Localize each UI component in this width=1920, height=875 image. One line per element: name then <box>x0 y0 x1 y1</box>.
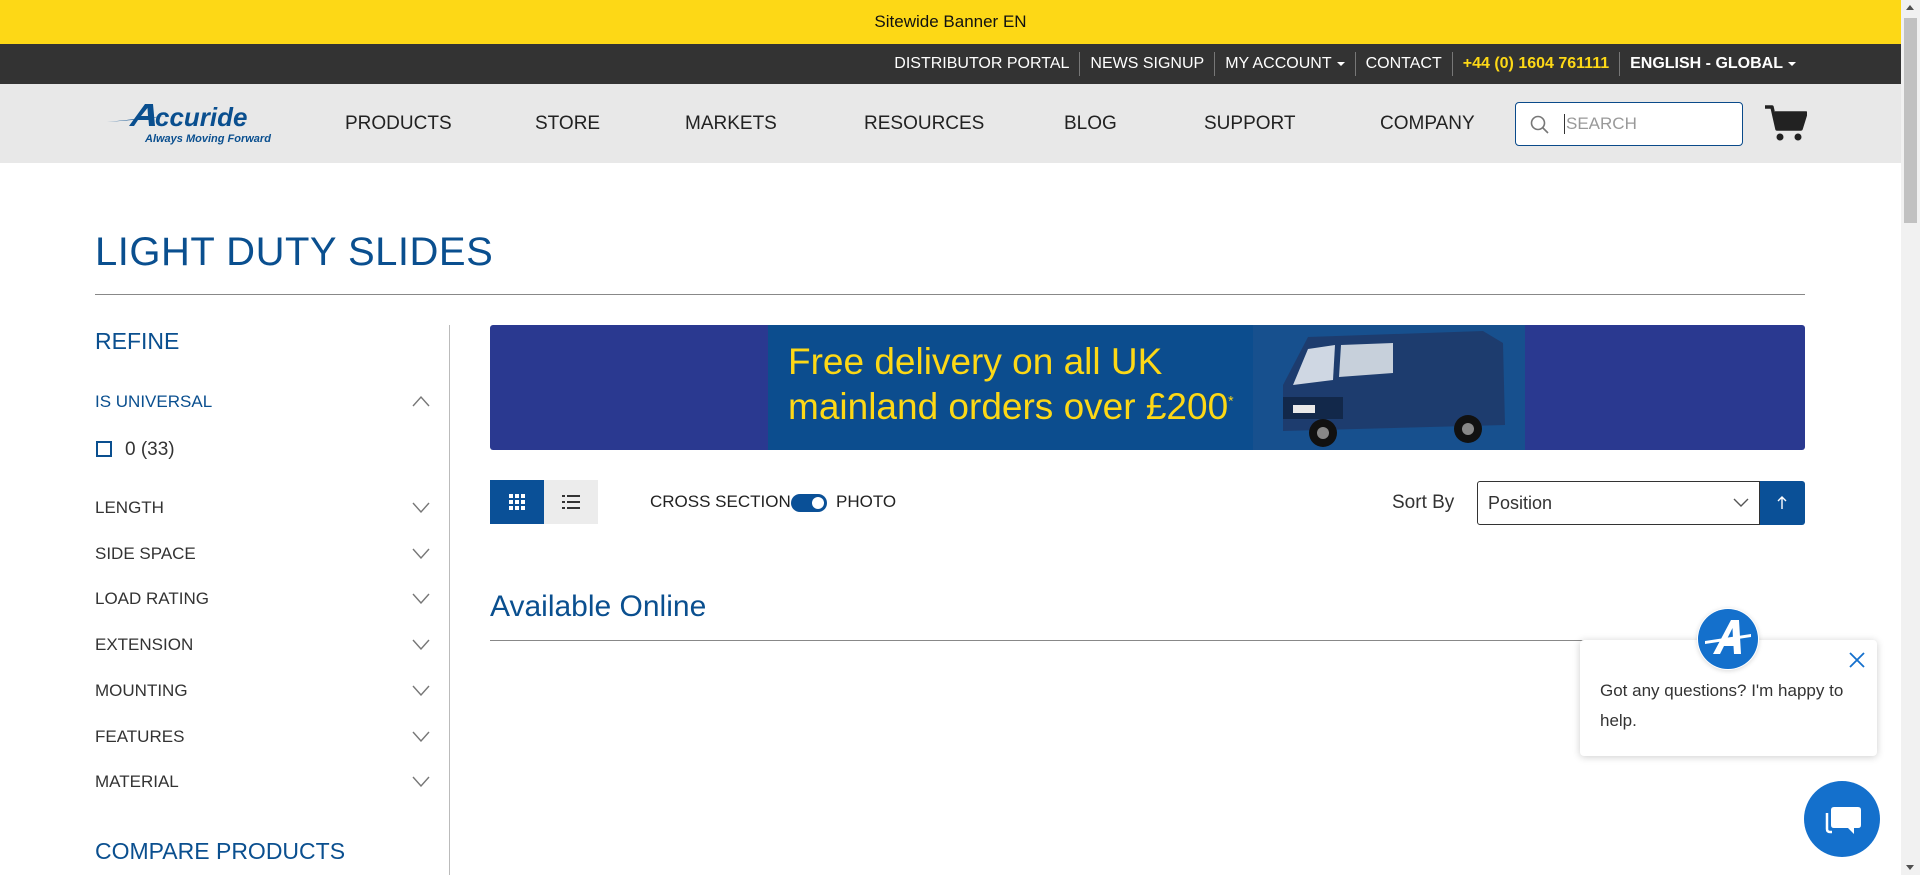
promo-asterisk: * <box>1228 392 1234 409</box>
sort-direction-button[interactable] <box>1760 481 1805 525</box>
sort-select-value: Position <box>1488 493 1553 513</box>
caret-down-icon <box>1336 61 1345 66</box>
facet-extension[interactable]: EXTENSION <box>95 635 430 655</box>
language-selector[interactable]: ENGLISH - GLOBAL <box>1619 52 1806 76</box>
chevron-down-icon <box>412 502 430 513</box>
chat-agent-avatar <box>1697 608 1759 670</box>
accuride-logo[interactable]: ccuride Always Moving Forward <box>105 100 295 150</box>
facet-label: IS UNIVERSAL <box>95 392 213 411</box>
page-title: LIGHT DUTY SLIDES <box>95 230 494 274</box>
facet-label: EXTENSION <box>95 635 194 654</box>
delivery-van-image <box>1253 325 1525 450</box>
nav-markets[interactable]: MARKETS <box>685 84 777 163</box>
svg-text:ccuride: ccuride <box>155 102 248 132</box>
nav-blog[interactable]: BLOG <box>1064 84 1117 163</box>
promo-line-1: Free delivery on all UK <box>788 341 1163 382</box>
search-placeholder: SEARCH <box>1566 114 1637 133</box>
nav-store[interactable]: STORE <box>535 84 600 163</box>
distributor-portal-link[interactable]: DISTRIBUTOR PORTAL <box>884 52 1079 76</box>
toggle-knob <box>812 497 824 509</box>
chevron-down-icon <box>412 639 430 650</box>
available-online-heading: Available Online <box>490 590 707 623</box>
facet-label: LENGTH <box>95 498 164 517</box>
facet-label: FEATURES <box>95 727 185 746</box>
contact-link[interactable]: CONTACT <box>1354 52 1452 76</box>
list-view-button[interactable] <box>544 480 598 524</box>
phone-link[interactable]: +44 (0) 1604 761111 <box>1451 52 1619 76</box>
grid-view-button[interactable] <box>490 480 544 524</box>
title-divider <box>95 294 1805 295</box>
grid-icon <box>509 494 525 510</box>
language-label: ENGLISH - GLOBAL <box>1630 55 1783 72</box>
sidebar-divider <box>449 325 450 875</box>
facet-mounting[interactable]: MOUNTING <box>95 681 430 701</box>
my-account-dropdown[interactable]: MY ACCOUNT <box>1214 52 1354 76</box>
news-signup-link[interactable]: NEWS SIGNUP <box>1079 52 1214 76</box>
facet-load-rating[interactable]: LOAD RATING <box>95 589 430 609</box>
main-navbar: ccuride Always Moving Forward PRODUCTS S… <box>0 84 1901 163</box>
cart-button[interactable] <box>1765 104 1808 147</box>
chevron-down-icon <box>412 548 430 559</box>
is-universal-option-label: 0 (33) <box>125 439 175 460</box>
chevron-up-icon <box>412 395 430 407</box>
caret-down-icon <box>1788 61 1796 66</box>
chat-bubble-icon <box>1825 807 1861 834</box>
facet-material[interactable]: MATERIAL <box>95 772 430 792</box>
facet-length[interactable]: LENGTH <box>95 498 430 518</box>
sitewide-banner-text: Sitewide Banner EN <box>874 12 1027 31</box>
facet-label: MATERIAL <box>95 772 179 791</box>
is-universal-checkbox[interactable] <box>96 441 112 457</box>
sort-by-label: Sort By <box>1392 492 1455 513</box>
chevron-down-icon <box>412 685 430 696</box>
chevron-down-icon <box>412 593 430 604</box>
chat-message: Got any questions? I'm happy to help. <box>1600 681 1844 730</box>
chevron-down-icon <box>412 776 430 787</box>
list-icon <box>562 495 580 509</box>
image-mode-toggle[interactable] <box>791 494 827 512</box>
close-icon[interactable] <box>1847 650 1867 670</box>
shopping-cart-icon <box>1765 105 1808 141</box>
facet-label: SIDE SPACE <box>95 544 196 563</box>
page-scrollbar[interactable] <box>1901 0 1920 875</box>
facet-is-universal[interactable]: IS UNIVERSAL <box>95 392 430 412</box>
promo-inner-panel: Free delivery on all UK mainland orders … <box>768 325 1525 450</box>
nav-products[interactable]: PRODUCTS <box>345 84 452 163</box>
chat-launcher-button[interactable] <box>1804 781 1880 857</box>
chevron-down-icon <box>1733 498 1749 507</box>
search-icon <box>1530 115 1549 134</box>
sitewide-banner: Sitewide Banner EN <box>0 0 1901 44</box>
arrow-up-icon <box>1777 496 1787 509</box>
scroll-down-arrow-icon[interactable] <box>1906 865 1914 870</box>
my-account-label: MY ACCOUNT <box>1225 55 1332 72</box>
text-cursor <box>1564 114 1565 134</box>
sort-select[interactable]: Position <box>1477 481 1760 525</box>
scrollbar-thumb[interactable] <box>1904 18 1917 223</box>
facet-label: MOUNTING <box>95 681 188 700</box>
photo-label: PHOTO <box>836 492 897 511</box>
nav-company[interactable]: COMPANY <box>1380 84 1475 163</box>
refine-heading: REFINE <box>95 328 180 354</box>
cross-section-label: CROSS SECTION <box>650 492 791 511</box>
nav-resources[interactable]: RESOURCES <box>864 84 984 163</box>
chevron-down-icon <box>412 731 430 742</box>
promo-line-2-text: mainland orders over £200 <box>788 386 1229 427</box>
nav-support[interactable]: SUPPORT <box>1204 84 1296 163</box>
accuride-logo-mark: ccuride Always Moving Forward <box>107 102 271 145</box>
accuride-a-logo-icon <box>1698 609 1758 669</box>
logo-tagline: Always Moving Forward <box>144 133 271 145</box>
search-input[interactable]: SEARCH <box>1515 102 1743 146</box>
free-delivery-promo-banner[interactable]: Free delivery on all UK mainland orders … <box>490 325 1805 450</box>
utility-bar: DISTRIBUTOR PORTAL NEWS SIGNUP MY ACCOUN… <box>0 44 1901 84</box>
promo-line-2: mainland orders over £200* <box>788 386 1234 428</box>
facet-features[interactable]: FEATURES <box>95 727 430 747</box>
facet-label: LOAD RATING <box>95 589 209 608</box>
scroll-up-arrow-icon[interactable] <box>1906 5 1914 10</box>
facet-side-space[interactable]: SIDE SPACE <box>95 544 430 564</box>
compare-products-heading: COMPARE PRODUCTS <box>95 838 346 864</box>
